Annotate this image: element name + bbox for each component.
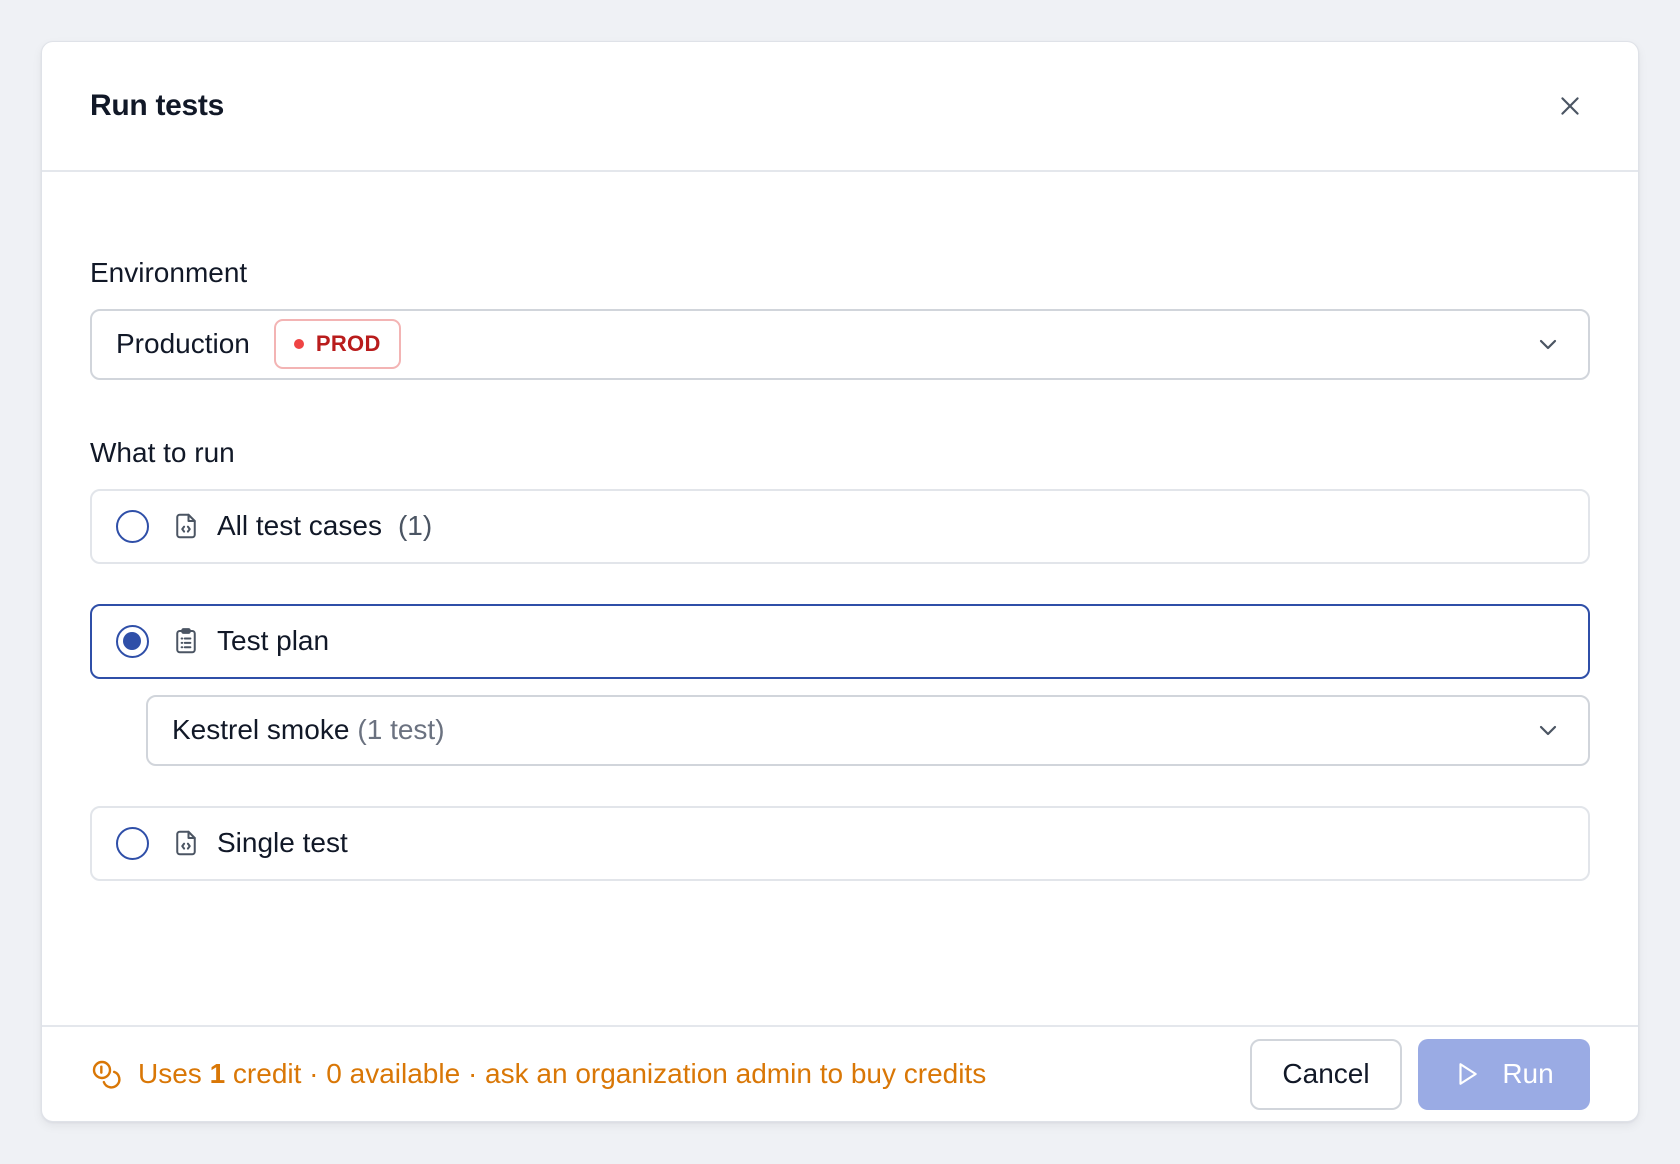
close-button[interactable] <box>1548 84 1592 128</box>
prod-badge: PROD <box>273 319 401 370</box>
dialog-title: Run tests <box>90 89 224 122</box>
environment-label: Environment <box>90 257 248 288</box>
clipboard-list-icon <box>176 628 196 654</box>
radio-single-test[interactable] <box>116 826 149 860</box>
radio-all-test-cases[interactable] <box>116 509 149 543</box>
test-plan-group: Test plan Kestrel smoke (1 test) <box>90 603 1590 766</box>
credit-count: 1 <box>209 1058 226 1089</box>
chevron-down-icon <box>1539 725 1557 736</box>
chevron-down-icon <box>1539 340 1557 350</box>
play-icon <box>1459 1063 1478 1085</box>
dialog-header: Run tests <box>42 42 1638 172</box>
option-label: All test cases <box>217 510 382 542</box>
status-dot-icon <box>293 339 304 350</box>
run-tests-dialog: Run tests Environment Production PROD Wh… <box>41 41 1639 1122</box>
prod-badge-label: PROD <box>315 331 381 357</box>
run-button[interactable]: Run <box>1418 1038 1590 1110</box>
file-code-icon <box>176 830 196 856</box>
credit-notice: Uses 1 credit · 0 available · ask an org… <box>90 1058 986 1090</box>
dialog-body: Environment Production PROD What to run … <box>42 172 1638 1027</box>
option-label: Single test <box>217 827 348 859</box>
radio-test-plan[interactable] <box>116 624 149 658</box>
option-count: (1) <box>397 510 433 542</box>
close-icon <box>1561 97 1579 115</box>
option-label: Test plan <box>217 625 330 657</box>
coins-icon <box>92 1060 121 1089</box>
option-single-test[interactable]: Single test <box>90 805 1590 881</box>
environment-value: Production <box>116 328 250 360</box>
credit-suffix: credit · 0 available · ask an organizati… <box>225 1058 987 1089</box>
environment-select[interactable]: Production PROD <box>90 308 1590 380</box>
dialog-footer: Uses 1 credit · 0 available · ask an org… <box>42 1027 1638 1121</box>
cancel-button[interactable]: Cancel <box>1250 1038 1402 1110</box>
test-plan-count: (1 test) <box>357 714 445 746</box>
credit-prefix: Uses <box>138 1058 210 1089</box>
footer-actions: Cancel Run <box>1250 1038 1590 1110</box>
what-to-run-label: What to run <box>90 436 235 468</box>
file-code-icon <box>176 513 196 539</box>
option-test-plan[interactable]: Test plan <box>90 603 1590 679</box>
test-plan-value: Kestrel smoke <box>172 714 350 746</box>
run-button-label: Run <box>1502 1058 1554 1089</box>
test-plan-select[interactable]: Kestrel smoke (1 test) <box>146 694 1590 766</box>
credit-notice-text: Uses 1 credit · 0 available · ask an org… <box>138 1058 986 1090</box>
option-all-test-cases[interactable]: All test cases (1) <box>90 488 1590 564</box>
